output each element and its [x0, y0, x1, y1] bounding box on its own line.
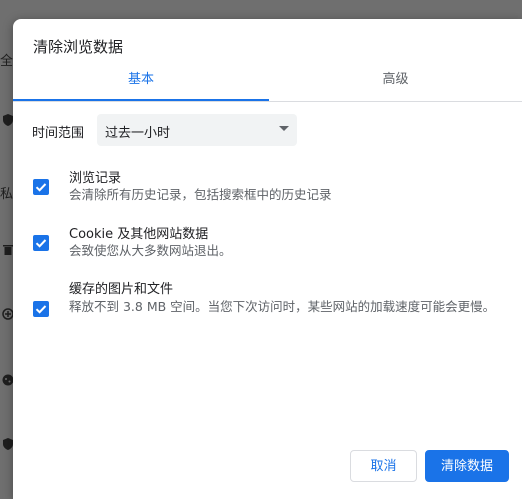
- option-title: 浏览记录: [69, 171, 122, 186]
- option-description: 会清除所有历史记录，包括搜索框中的历史记录: [69, 187, 332, 202]
- cookies-checkbox[interactable]: [33, 235, 49, 251]
- cached-images-checkbox[interactable]: [33, 301, 49, 317]
- chevron-down-icon: [279, 126, 289, 131]
- option-title: 缓存的图片和文件: [69, 282, 174, 297]
- tab-advanced[interactable]: 高级: [269, 69, 522, 119]
- clear-data-button[interactable]: 清除数据: [425, 450, 509, 482]
- time-range-select[interactable]: 过去一小时: [97, 114, 297, 146]
- tab-basic[interactable]: 基本: [13, 69, 269, 119]
- option-description: 会致使您从大多数网站退出。: [69, 243, 232, 258]
- option-description: 释放不到 3.8 MB 空间。当您下次访问时，某些网站的加载速度可能会更慢。: [69, 299, 496, 314]
- time-range-value: 过去一小时: [105, 126, 171, 141]
- dialog-title: 清除浏览数据: [33, 38, 124, 56]
- cancel-button[interactable]: 取消: [350, 450, 417, 482]
- background-text: 私: [0, 187, 14, 202]
- background-text: 全: [0, 54, 14, 69]
- browsing-history-checkbox[interactable]: [33, 179, 49, 195]
- clear-browsing-data-dialog: 清除浏览数据 基本 高级 时间范围 过去一小时 浏览记录 会清除所有历史记录，包…: [13, 19, 522, 499]
- option-title: Cookie 及其他网站数据: [69, 227, 209, 242]
- active-tab-indicator: [13, 99, 269, 101]
- time-range-label: 时间范围: [32, 126, 85, 141]
- tab-divider: [13, 101, 522, 102]
